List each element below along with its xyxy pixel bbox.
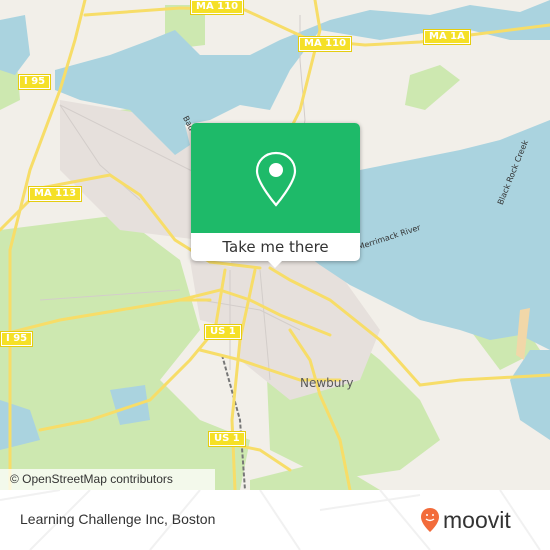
road-shield-us-1: US 1 (204, 324, 242, 340)
footer-bar: Learning Challenge Inc, Boston moovit (0, 490, 550, 550)
road-shield-ma-1a: MA 1A (423, 29, 471, 45)
road-shield-ma-110: MA 110 (189, 0, 245, 15)
road-shield-ma-113: MA 113 (27, 186, 83, 202)
moovit-wordmark: moovit (443, 506, 511, 533)
moovit-logo[interactable]: moovit (420, 503, 511, 537)
location-popup: Take me there (191, 123, 360, 268)
road-shield-ma-110: MA 110 (297, 36, 353, 52)
popup-pointer (267, 260, 283, 268)
map-attribution[interactable]: © OpenStreetMap contributors (0, 469, 215, 490)
place-label-newbury: Newbury (300, 376, 354, 390)
road-shield-i-95: I 95 (0, 331, 34, 347)
popup-header (191, 123, 360, 233)
moovit-smile-pin-icon (421, 508, 439, 532)
map-view[interactable]: MA 110 MA 110 MA 1A I 95 MA 113 I 95 US … (0, 0, 550, 490)
road-shield-i-95: I 95 (17, 74, 52, 90)
road-shield-us-1: US 1 (208, 431, 246, 447)
map-pin-icon (255, 151, 297, 207)
take-me-there-button[interactable]: Take me there (191, 233, 360, 261)
location-title: Learning Challenge Inc, Boston (20, 511, 216, 527)
